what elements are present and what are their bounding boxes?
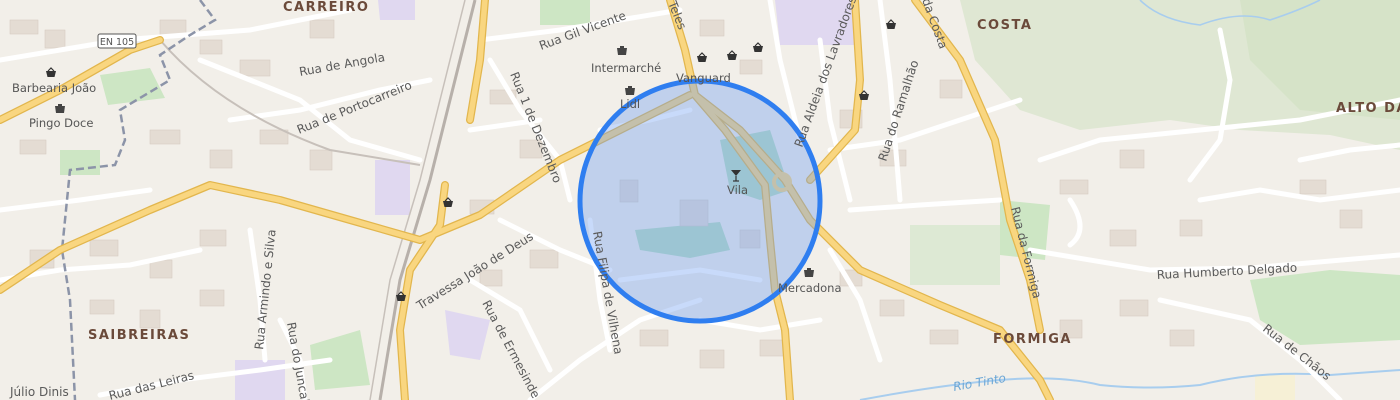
street-label-julio-dinis: Júlio Dinis (9, 385, 69, 399)
poi-label: Mercadona (778, 281, 842, 295)
shopping-basket-icon (804, 268, 814, 277)
poi-label: Barbearia João (12, 81, 96, 95)
road-shield-label: EN 105 (100, 37, 134, 48)
map-canvas[interactable]: EN 105 CARREIRO COSTA ALTO DA SAIBREIRAS… (0, 0, 1400, 400)
area-label-formiga: FORMIGA (993, 332, 1072, 347)
road-shield-en105: EN 105 (97, 33, 137, 49)
shopping-basket-icon[interactable] (727, 50, 737, 60)
water-label-rio-tinto: Rio Tinto (952, 371, 1007, 394)
area-label-saibreiras: SAIBREIRAS (88, 328, 190, 343)
shopping-basket-icon (625, 86, 635, 95)
shopping-basket-icon[interactable] (753, 42, 763, 52)
street-label-teles: Teles (665, 0, 689, 32)
street-label-1-dezembro: Rua 1 de Dezembro (507, 70, 564, 185)
map-view[interactable]: EN 105 CARREIRO COSTA ALTO DA SAIBREIRAS… (0, 0, 1400, 400)
poi-lidl[interactable]: Lidl (620, 86, 640, 111)
shopping-basket-icon (46, 67, 56, 77)
street-label-leiras: Rua das Leiras (107, 368, 195, 400)
street-label-ermesinde: Rua de Ermesinde (479, 298, 543, 400)
street-label-angola: Rua de Angola (298, 50, 386, 79)
area-label-costa: COSTA (977, 18, 1032, 33)
shopping-basket-icon[interactable] (886, 19, 896, 29)
street-label-costa: da Costa (919, 0, 950, 51)
railway-layer (159, 0, 477, 400)
poi-label: Vila (727, 183, 748, 197)
street-label-ramalhao: Rua do Ramalhão (876, 58, 922, 163)
poi-label: Vanguard (676, 71, 731, 85)
shopping-basket-icon (697, 52, 707, 62)
street-label-juncal: Rua do Juncal (284, 321, 312, 400)
shopping-basket-icon (55, 104, 65, 113)
area-label-carreiro: CARREIRO (283, 0, 369, 15)
poi-label: Pingo Doce (29, 116, 93, 130)
poi-label: Intermarché (591, 61, 661, 75)
poi-pingo-doce[interactable]: Pingo Doce (29, 104, 93, 130)
poi-intermarche[interactable]: Intermarché (591, 46, 661, 75)
area-label-alto: ALTO DA (1336, 101, 1400, 116)
poi-label: Lidl (620, 97, 640, 111)
shopping-basket-icon (617, 46, 627, 55)
